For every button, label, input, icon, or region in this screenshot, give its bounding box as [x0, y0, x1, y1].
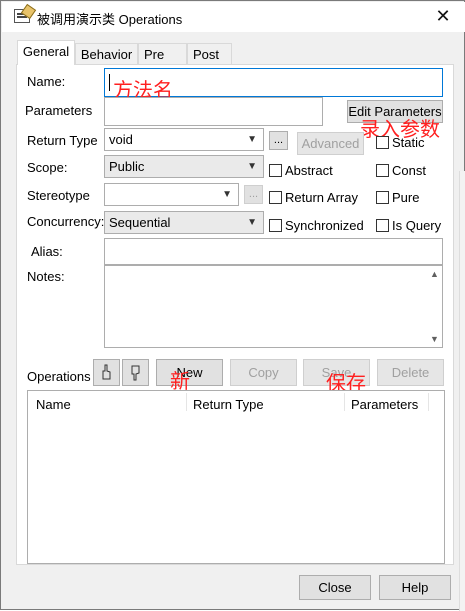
help-button[interactable]: Help — [379, 575, 451, 600]
close-button[interactable]: Close — [299, 575, 371, 600]
pure-checkbox[interactable] — [376, 191, 389, 204]
pure-label: Pure — [392, 190, 420, 205]
return-array-checkbox[interactable] — [269, 191, 282, 204]
column-header-return-type[interactable]: Return Type — [193, 397, 264, 412]
const-checkbox[interactable] — [376, 164, 389, 177]
advanced-button[interactable]: Advanced — [297, 132, 364, 155]
static-checkbox[interactable] — [376, 136, 389, 149]
operations-list[interactable]: Name Return Type Parameters — [27, 390, 445, 564]
tab-pre[interactable]: Pre — [138, 43, 187, 64]
synchronized-label: Synchronized — [285, 218, 364, 233]
scroll-down-icon[interactable]: ▼ — [430, 334, 439, 344]
parameters-label: Parameters — [25, 103, 93, 118]
hand-up-icon — [102, 364, 111, 380]
scope-select[interactable]: Public ▼ — [104, 155, 264, 178]
notes-field[interactable]: ▲ ▼ — [104, 265, 443, 348]
window-title: 被调用演示类 Operations — [37, 12, 183, 27]
column-header-parameters[interactable]: Parameters — [351, 397, 418, 412]
tab-post[interactable]: Post — [187, 43, 232, 64]
copy-button[interactable]: Copy — [230, 359, 297, 386]
return-type-browse-button[interactable]: ... — [269, 131, 288, 150]
return-type-select[interactable]: void ▼ — [104, 128, 264, 151]
concurrency-label: Concurrency: — [27, 214, 105, 229]
abstract-checkbox[interactable] — [269, 164, 282, 177]
scroll-up-icon[interactable]: ▲ — [430, 269, 439, 279]
is-query-label: Is Query — [392, 218, 442, 233]
scope-value: Public — [109, 159, 145, 174]
notes-label: Notes: — [27, 269, 65, 284]
background-window-edge — [459, 171, 465, 611]
chevron-down-icon: ▼ — [247, 217, 257, 228]
close-icon[interactable]: ✕ — [433, 6, 453, 26]
scope-label: Scope: — [27, 160, 68, 175]
alias-label: Alias: — [31, 244, 63, 259]
operations-label: Operations — [27, 369, 91, 384]
text-caret — [109, 74, 110, 91]
delete-button[interactable]: Delete — [377, 359, 444, 386]
const-label: Const — [392, 163, 426, 178]
move-down-button[interactable] — [122, 359, 149, 386]
column-divider — [344, 393, 345, 411]
abstract-label: Abstract — [285, 163, 333, 178]
parameters-field[interactable] — [104, 97, 323, 126]
column-divider — [186, 393, 187, 411]
operations-dialog: 被调用演示类 Operations ✕ General Behavior Pre… — [0, 0, 465, 611]
hand-down-icon — [131, 365, 140, 381]
static-label: Static — [392, 135, 425, 150]
return-type-label: Return Type — [27, 133, 98, 148]
alias-field[interactable] — [104, 238, 443, 265]
is-query-checkbox[interactable] — [376, 219, 389, 232]
stereotype-browse-button[interactable]: ... — [244, 185, 263, 204]
name-label: Name: — [27, 74, 66, 89]
notes-scrollbar[interactable]: ▲ ▼ — [426, 266, 442, 347]
concurrency-select[interactable]: Sequential ▼ — [104, 211, 264, 234]
chevron-down-icon: ▼ — [247, 134, 257, 145]
chevron-down-icon: ▼ — [222, 189, 232, 200]
stereotype-label: Stereotype — [27, 188, 90, 203]
concurrency-value: Sequential — [109, 215, 171, 230]
column-divider — [428, 393, 429, 411]
return-array-label: Return Array — [285, 190, 358, 205]
class-edit-icon — [14, 9, 30, 23]
stereotype-select[interactable]: ▼ — [104, 183, 239, 206]
move-up-button[interactable] — [93, 359, 120, 386]
chevron-down-icon: ▼ — [247, 161, 257, 172]
tab-behavior[interactable]: Behavior — [75, 43, 138, 64]
tab-general[interactable]: General — [17, 40, 75, 65]
synchronized-checkbox[interactable] — [269, 219, 282, 232]
return-type-value: void — [109, 132, 133, 147]
column-header-name[interactable]: Name — [36, 397, 71, 412]
